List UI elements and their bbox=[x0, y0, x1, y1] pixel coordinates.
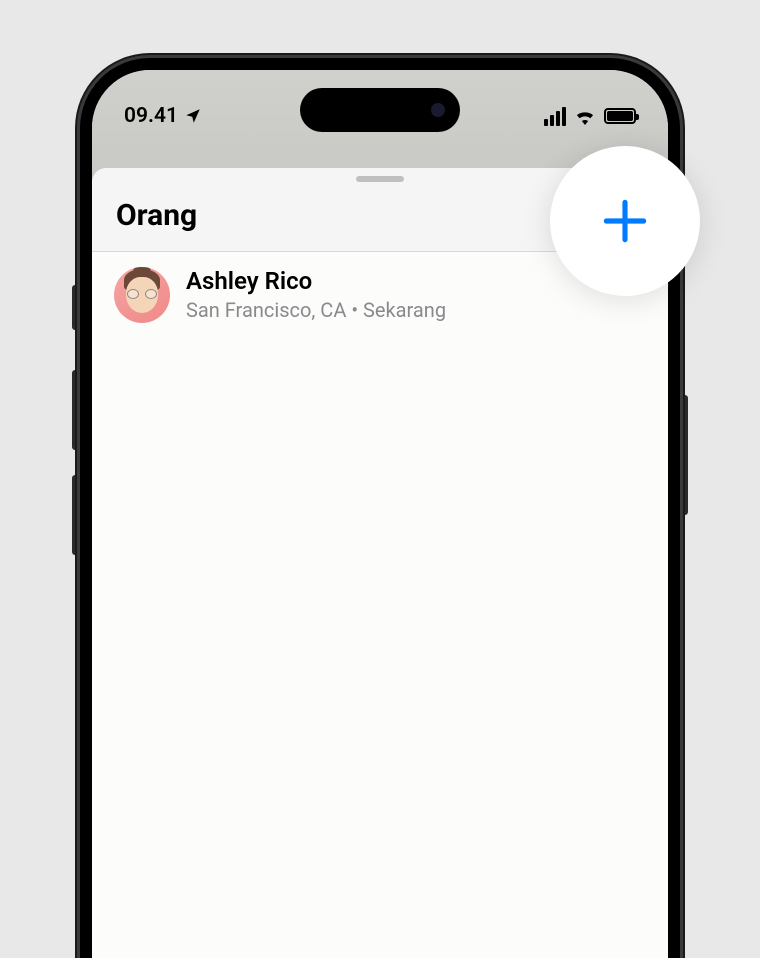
app-container: 09.41 bbox=[0, 0, 760, 958]
sheet-title: Orang bbox=[116, 198, 197, 233]
person-name: Ashley Rico bbox=[186, 266, 586, 297]
add-person-button[interactable] bbox=[550, 146, 700, 296]
person-info: Ashley Rico San Francisco, CA • Sekarang bbox=[186, 266, 586, 323]
wifi-icon bbox=[574, 107, 596, 125]
front-camera bbox=[430, 102, 446, 118]
person-avatar bbox=[114, 267, 170, 323]
phone-volume-up bbox=[72, 370, 78, 450]
cellular-signal-icon bbox=[544, 107, 566, 126]
battery-icon bbox=[604, 108, 636, 124]
phone-power-button bbox=[682, 395, 688, 515]
phone-silent-switch bbox=[72, 285, 78, 330]
people-sheet[interactable]: Orang bbox=[92, 168, 668, 958]
person-location: San Francisco, CA • Sekarang bbox=[186, 297, 586, 323]
status-time: 09.41 bbox=[124, 104, 178, 128]
dynamic-island bbox=[300, 88, 460, 132]
location-arrow-icon bbox=[184, 107, 202, 125]
people-list: Ashley Rico San Francisco, CA • Sekarang… bbox=[92, 252, 668, 958]
sheet-grabber[interactable] bbox=[356, 176, 404, 182]
status-left: 09.41 bbox=[124, 104, 202, 128]
phone-volume-down bbox=[72, 475, 78, 555]
status-right bbox=[544, 107, 636, 126]
plus-icon bbox=[597, 193, 653, 249]
